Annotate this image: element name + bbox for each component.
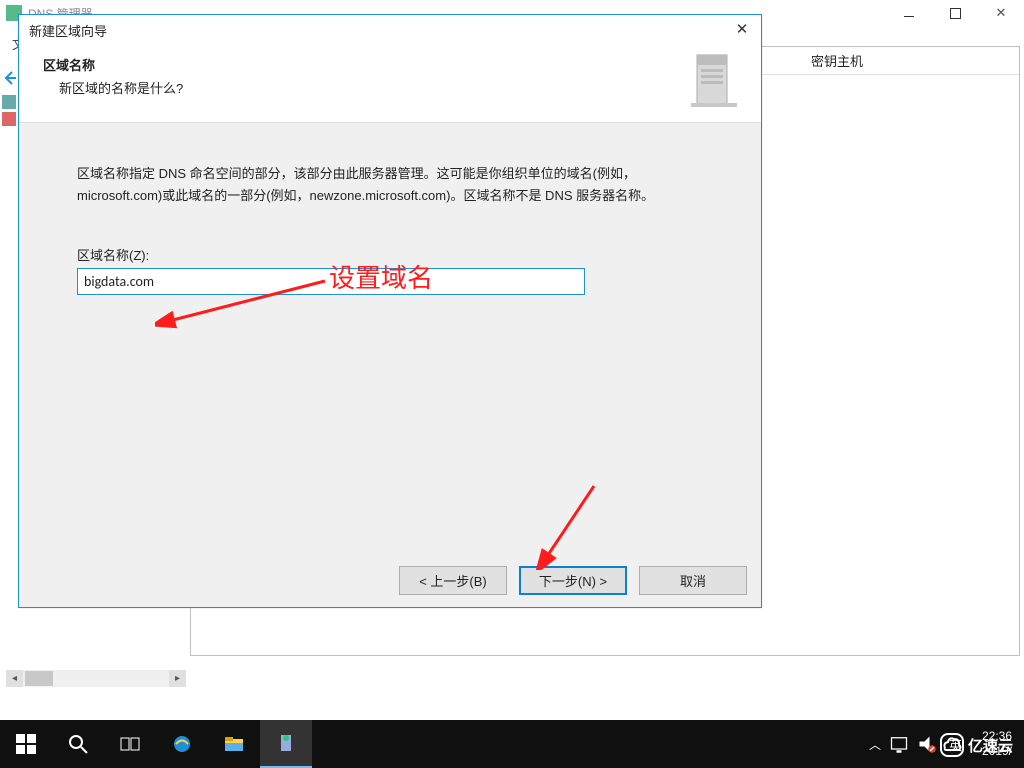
scroll-thumb[interactable] — [25, 671, 53, 686]
back-button[interactable]: < 上一步(B) — [399, 566, 507, 595]
new-zone-wizard-dialog: 新建区域向导 ✕ 区域名称 新区域的名称是什么? 区域名称指定 DNS 命名空间… — [18, 14, 762, 608]
task-view-icon[interactable] — [104, 720, 156, 768]
dialog-subheading: 新区域的名称是什么? — [59, 78, 743, 97]
system-tray: ︿ 英 22:36 2019/ 亿速云 — [869, 720, 1024, 768]
dialog-body: 区域名称指定 DNS 命名空间的部分，该部分由此服务器管理。这可能是你组织单位的… — [19, 123, 761, 555]
dialog-button-row: < 上一步(B) 下一步(N) > 取消 — [19, 553, 761, 607]
watermark-logo-icon — [940, 733, 964, 757]
tree-icon[interactable] — [2, 112, 16, 126]
watermark-text: 亿速云 — [968, 735, 1013, 756]
next-button[interactable]: 下一步(N) > — [519, 566, 627, 595]
dialog-close-icon[interactable]: ✕ — [733, 21, 751, 39]
scroll-left-icon[interactable]: ◂ — [6, 670, 23, 687]
horizontal-scrollbar[interactable]: ◂ ▸ — [6, 670, 186, 687]
maximize-button[interactable] — [932, 0, 978, 26]
dialog-title: 新建区域向导 — [29, 21, 107, 40]
minimize-button[interactable] — [886, 0, 932, 26]
watermark: 亿速云 — [940, 730, 1020, 760]
volume-icon[interactable] — [917, 734, 937, 754]
dialog-header: 区域名称 新区域的名称是什么? — [19, 45, 761, 123]
ie-icon[interactable] — [156, 720, 208, 768]
tree-icon[interactable] — [2, 95, 16, 109]
window-controls — [886, 0, 1024, 26]
search-icon[interactable] — [52, 720, 104, 768]
column-header[interactable]: 密钥主机 — [811, 51, 863, 70]
cancel-button[interactable]: 取消 — [639, 566, 747, 595]
taskbar: ︿ 英 22:36 2019/ 亿速云 — [0, 720, 1024, 768]
dialog-titlebar: 新建区域向导 ✕ — [19, 15, 761, 45]
dialog-heading: 区域名称 — [43, 55, 743, 74]
dns-manager-taskbar-icon[interactable] — [260, 720, 312, 768]
network-icon[interactable] — [889, 734, 909, 754]
scroll-right-icon[interactable]: ▸ — [169, 670, 186, 687]
tray-overflow-icon[interactable]: ︿ — [869, 736, 881, 753]
dialog-description: 区域名称指定 DNS 命名空间的部分，该部分由此服务器管理。这可能是你组织单位的… — [77, 163, 687, 207]
file-explorer-icon[interactable] — [208, 720, 260, 768]
back-arrow-icon[interactable] — [2, 70, 18, 86]
close-button[interactable] — [978, 0, 1024, 26]
annotation-label: 设置域名 — [329, 258, 433, 295]
server-icon — [691, 53, 737, 109]
start-button[interactable] — [0, 720, 52, 768]
